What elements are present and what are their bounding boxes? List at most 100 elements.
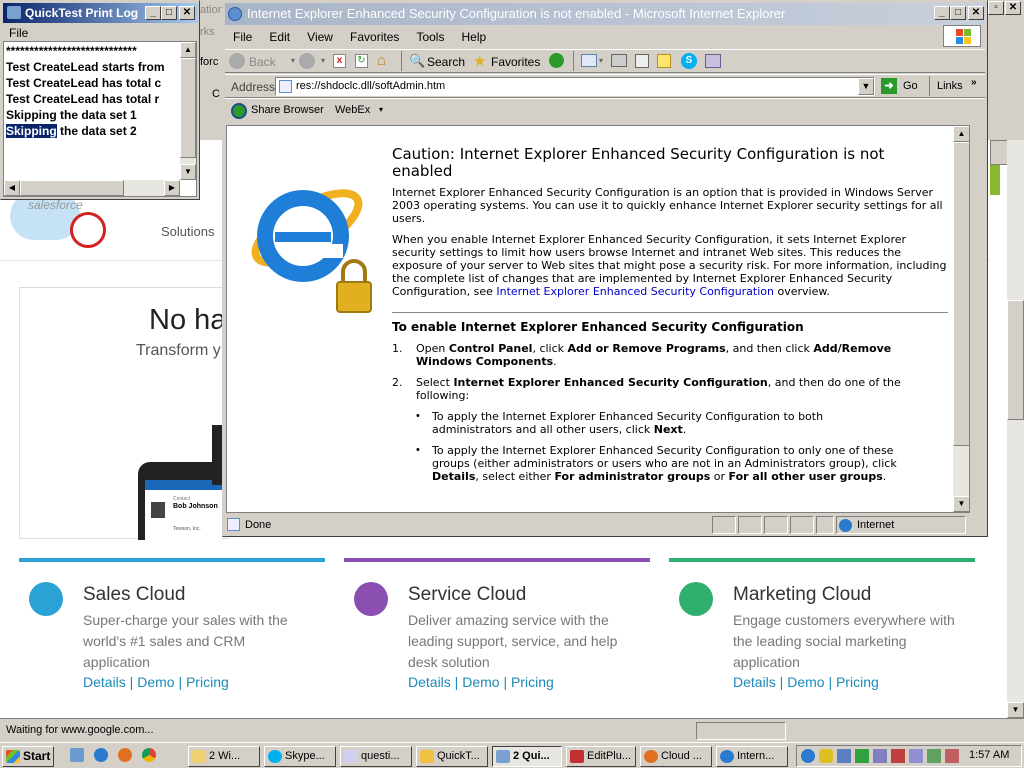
qt-scroll-up[interactable]: ▲ <box>180 42 196 58</box>
address-input[interactable]: res://shdoclc.dll/softAdmin.htm ▼ <box>275 77 875 96</box>
qt-hscrollbar[interactable]: ◀ ▶ <box>4 180 180 196</box>
windows-logo <box>943 25 981 47</box>
menu-view[interactable]: View <box>307 30 333 44</box>
ie-vscrollbar[interactable]: ▲ ▼ <box>953 126 969 512</box>
shield-icon[interactable] <box>819 749 833 763</box>
menu-tools[interactable]: Tools <box>416 30 444 44</box>
skype-icon[interactable]: S <box>681 53 697 69</box>
qt-scroll-right[interactable]: ▶ <box>164 180 180 196</box>
start-button[interactable]: Start <box>2 746 54 767</box>
app-icon <box>496 750 510 763</box>
go-arrow-icon[interactable]: ➜ <box>881 78 897 94</box>
back-label[interactable]: Back <box>249 55 276 69</box>
card-links[interactable]: Details | Demo | Pricing <box>83 674 229 690</box>
ie-quicklaunch-icon[interactable] <box>94 748 108 762</box>
qt-menu-file[interactable]: File <box>9 26 28 40</box>
stop-icon[interactable]: x <box>333 54 346 68</box>
tray-icon[interactable] <box>927 749 941 763</box>
task-folders[interactable]: 2 Wi... <box>188 746 260 767</box>
qt-scroll-down[interactable]: ▼ <box>180 164 196 180</box>
card-links[interactable]: Details | Demo | Pricing <box>733 674 879 690</box>
forward-icon[interactable] <box>299 53 315 69</box>
nav-solutions[interactable]: Solutions <box>161 224 214 239</box>
bg-restore-button[interactable]: ▫ <box>988 1 1004 15</box>
ie-scroll-down[interactable]: ▼ <box>953 496 969 512</box>
ie-content: Caution: Internet Explorer Enhanced Secu… <box>226 125 970 513</box>
esc-overview-link[interactable]: Internet Explorer Enhanced Security Conf… <box>496 285 774 298</box>
users-icon <box>29 582 63 616</box>
bg-scroll-down[interactable]: ▼ <box>1007 702 1024 718</box>
menu-edit[interactable]: Edit <box>269 30 290 44</box>
go-button[interactable]: Go <box>903 80 918 92</box>
task-internet[interactable]: Intern... <box>716 746 788 767</box>
qt-close-button[interactable]: ✕ <box>179 6 195 20</box>
qt-scroll-left[interactable]: ◀ <box>4 180 20 196</box>
forward-dropdown-icon[interactable]: ▾ <box>321 56 325 65</box>
log-line: Test CreateLead has total r <box>6 92 160 106</box>
chrome-icon[interactable] <box>142 748 156 762</box>
address-dropdown-icon[interactable]: ▼ <box>858 78 874 95</box>
qt-log-area[interactable]: **************************** Test Create… <box>3 41 197 197</box>
status-pane <box>816 516 834 534</box>
favorites-label[interactable]: Favorites <box>491 55 540 69</box>
speaker-icon[interactable] <box>945 749 959 763</box>
ie-close-button[interactable]: ✕ <box>968 6 984 20</box>
qt-minimize-button[interactable]: _ <box>145 6 161 20</box>
task-skype[interactable]: Skype... <box>264 746 336 767</box>
ie-titlebar[interactable]: Internet Explorer Enhanced Security Conf… <box>225 3 985 25</box>
bg-close-button[interactable]: ✕ <box>1005 1 1021 15</box>
tray-icon[interactable] <box>855 749 869 763</box>
share-browser-icon[interactable] <box>231 103 247 119</box>
links-chevron-icon[interactable]: » <box>971 77 977 88</box>
bg-scroll-thumb[interactable] <box>1007 300 1024 420</box>
qt-scroll-thumb[interactable] <box>180 58 196 158</box>
logo-blue <box>956 37 963 44</box>
network-error-icon[interactable] <box>891 749 905 763</box>
network-icon[interactable] <box>873 749 887 763</box>
bullet-dot: • <box>416 444 420 456</box>
mail-dropdown-icon[interactable]: ▾ <box>599 56 603 65</box>
task-editplus[interactable]: EditPlu... <box>566 746 636 767</box>
links-button[interactable]: Links <box>937 80 963 92</box>
ie-scroll-up[interactable]: ▲ <box>953 126 969 142</box>
search-label[interactable]: Search <box>427 55 465 69</box>
task-quicktest[interactable]: QuickT... <box>416 746 488 767</box>
menu-favorites[interactable]: Favorites <box>350 30 399 44</box>
notes-icon[interactable] <box>657 54 671 68</box>
research-icon[interactable] <box>705 54 721 68</box>
task-quicktest-group[interactable]: 2 Qui... <box>492 746 562 767</box>
edit-icon[interactable] <box>635 54 649 68</box>
favorites-icon[interactable]: ★ <box>473 52 486 70</box>
print-icon[interactable] <box>611 54 627 67</box>
qt-maximize-button[interactable]: □ <box>161 6 177 20</box>
ie-minimize-button[interactable]: _ <box>934 6 950 20</box>
task-cloud[interactable]: Cloud ... <box>640 746 712 767</box>
webex-dropdown-icon[interactable]: ▾ <box>379 105 383 114</box>
search-icon[interactable]: 🔍 <box>409 53 425 69</box>
bg-scrollbar[interactable]: ▼ <box>1007 140 1024 718</box>
back-icon[interactable] <box>229 53 245 69</box>
quicklaunch-icon[interactable] <box>70 748 84 762</box>
share-browser-button[interactable]: Share Browser <box>251 104 324 116</box>
ie-scroll-thumb[interactable] <box>953 142 969 446</box>
media-icon[interactable] <box>549 53 564 68</box>
mail-icon[interactable] <box>581 54 597 67</box>
tray-icon[interactable] <box>801 749 815 763</box>
firefox-icon[interactable] <box>118 748 132 762</box>
qt-hscroll-thumb[interactable] <box>20 180 124 196</box>
webex-button[interactable]: WebEx <box>335 104 370 116</box>
home-icon[interactable]: ⌂ <box>377 52 386 69</box>
task-question[interactable]: questi... <box>340 746 412 767</box>
bg-link-text: C <box>212 88 220 100</box>
ie-maximize-button[interactable]: □ <box>950 6 966 20</box>
clock[interactable]: 1:57 AM <box>969 749 1009 761</box>
back-dropdown-icon[interactable]: ▾ <box>291 56 295 65</box>
menu-help[interactable]: Help <box>462 30 487 44</box>
menu-file[interactable]: File <box>233 30 252 44</box>
refresh-icon[interactable]: ↻ <box>355 54 368 68</box>
tray-icon[interactable] <box>837 749 851 763</box>
qt-vscrollbar[interactable]: ▲ ▼ <box>180 42 196 180</box>
tray-icon[interactable] <box>909 749 923 763</box>
esc-text: Internet Explorer Enhanced Security Conf… <box>453 376 768 389</box>
card-links[interactable]: Details | Demo | Pricing <box>408 674 554 690</box>
